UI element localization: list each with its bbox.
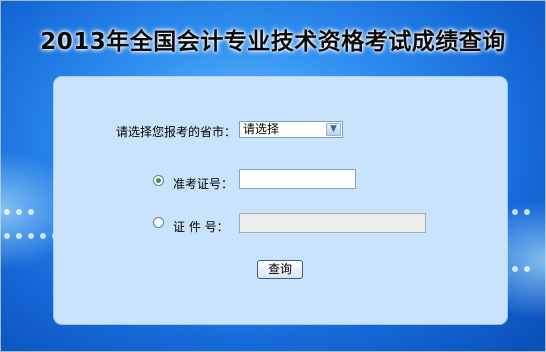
admission-label: 准考证号： bbox=[173, 177, 234, 191]
province-label: 请选择您报考的省市： bbox=[116, 125, 237, 139]
province-select[interactable]: 请选择 ▼ bbox=[239, 121, 343, 138]
decorative-dots-left-2 bbox=[4, 200, 40, 215]
query-button[interactable]: 查询 bbox=[257, 260, 303, 279]
chevron-down-icon[interactable]: ▼ bbox=[326, 123, 341, 136]
page-title: 2013年全国会计专业技术资格考试成绩查询 bbox=[40, 29, 506, 55]
id-label: 证 件 号： bbox=[173, 220, 229, 234]
province-select-value: 请选择 bbox=[243, 122, 280, 136]
query-panel bbox=[54, 77, 507, 324]
id-radio[interactable] bbox=[153, 217, 164, 228]
admission-number-input[interactable] bbox=[239, 169, 356, 189]
id-number-input[interactable] bbox=[239, 213, 426, 233]
admission-radio[interactable] bbox=[153, 175, 164, 186]
